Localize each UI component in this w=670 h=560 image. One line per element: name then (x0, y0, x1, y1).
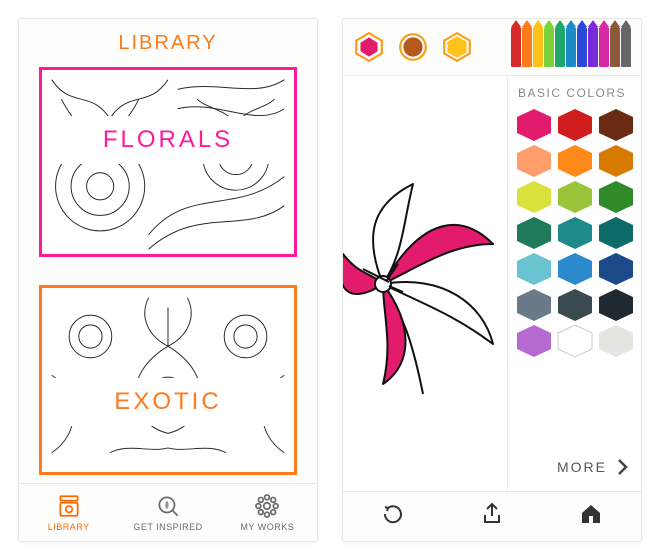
pencil-icon (599, 27, 609, 67)
flower-artwork (343, 154, 507, 414)
palette-title: BASIC COLORS (514, 84, 635, 108)
pencil-icon (621, 27, 631, 67)
pencil-icon (555, 27, 565, 67)
color-swatch[interactable] (556, 324, 594, 358)
color-selector-2[interactable] (441, 31, 473, 63)
tab-get-inspired[interactable]: GET INSPIRED (118, 484, 217, 541)
category-label: EXOTIC (42, 378, 294, 426)
library-screen: LIBRARY FLORALS (18, 18, 318, 542)
color-swatch[interactable] (597, 216, 635, 250)
coloring-body: BASIC COLORS MORE (343, 75, 641, 491)
undo-icon (381, 502, 405, 526)
color-header (343, 19, 641, 75)
home-icon (579, 502, 603, 526)
library-list: FLORALS EXOTIC (19, 67, 317, 483)
library-icon (56, 493, 82, 519)
share-icon (480, 502, 504, 526)
home-button[interactable] (579, 502, 603, 531)
pencil-icon (577, 27, 587, 67)
chevron-right-icon (617, 458, 629, 476)
inspire-icon (155, 493, 181, 519)
color-swatch[interactable] (556, 288, 594, 322)
color-swatch[interactable] (556, 108, 594, 142)
swatch-grid (514, 108, 635, 358)
color-swatch[interactable] (515, 108, 553, 142)
color-swatch[interactable] (597, 252, 635, 286)
more-colors-button[interactable]: MORE (514, 447, 635, 487)
coloring-screen: BASIC COLORS MORE (342, 18, 642, 542)
category-label: FLORALS (42, 116, 294, 164)
color-swatch[interactable] (556, 180, 594, 214)
undo-button[interactable] (381, 502, 405, 531)
tab-label: LIBRARY (48, 522, 90, 532)
library-title: LIBRARY (19, 19, 317, 67)
color-swatch[interactable] (515, 324, 553, 358)
color-swatch[interactable] (515, 180, 553, 214)
tab-my-works[interactable]: MY WORKS (218, 484, 317, 541)
color-swatch[interactable] (515, 144, 553, 178)
pencil-icon (588, 27, 598, 67)
tab-library[interactable]: LIBRARY (19, 484, 118, 541)
color-swatch[interactable] (515, 216, 553, 250)
category-card-exotic[interactable]: EXOTIC (39, 285, 297, 475)
pencil-icon (566, 27, 576, 67)
color-swatch[interactable] (556, 252, 594, 286)
coloring-toolbar (343, 491, 641, 541)
color-swatch[interactable] (597, 180, 635, 214)
color-swatch[interactable] (597, 108, 635, 142)
tab-label: MY WORKS (240, 522, 294, 532)
color-swatch[interactable] (515, 288, 553, 322)
color-swatch[interactable] (556, 216, 594, 250)
color-swatch[interactable] (597, 324, 635, 358)
myworks-icon (254, 493, 280, 519)
category-card-florals[interactable]: FLORALS (39, 67, 297, 257)
drawing-canvas[interactable] (343, 76, 507, 491)
color-swatch[interactable] (597, 288, 635, 322)
pencil-icon (610, 27, 620, 67)
share-button[interactable] (480, 502, 504, 531)
tab-label: GET INSPIRED (133, 522, 202, 532)
color-swatch[interactable] (556, 144, 594, 178)
pencil-icon (511, 27, 521, 67)
color-swatch[interactable] (515, 252, 553, 286)
color-swatch[interactable] (597, 144, 635, 178)
pencil-icon (544, 27, 554, 67)
pencil-set-icon[interactable] (511, 27, 631, 67)
tab-bar: LIBRARY GET INSPIRED MY WORKS (19, 483, 317, 541)
color-selector-0[interactable] (353, 31, 385, 63)
pencil-icon (522, 27, 532, 67)
more-label: MORE (557, 459, 607, 475)
pencil-icon (533, 27, 543, 67)
color-palette-panel: BASIC COLORS MORE (507, 76, 641, 491)
color-selector-1[interactable] (397, 31, 429, 63)
